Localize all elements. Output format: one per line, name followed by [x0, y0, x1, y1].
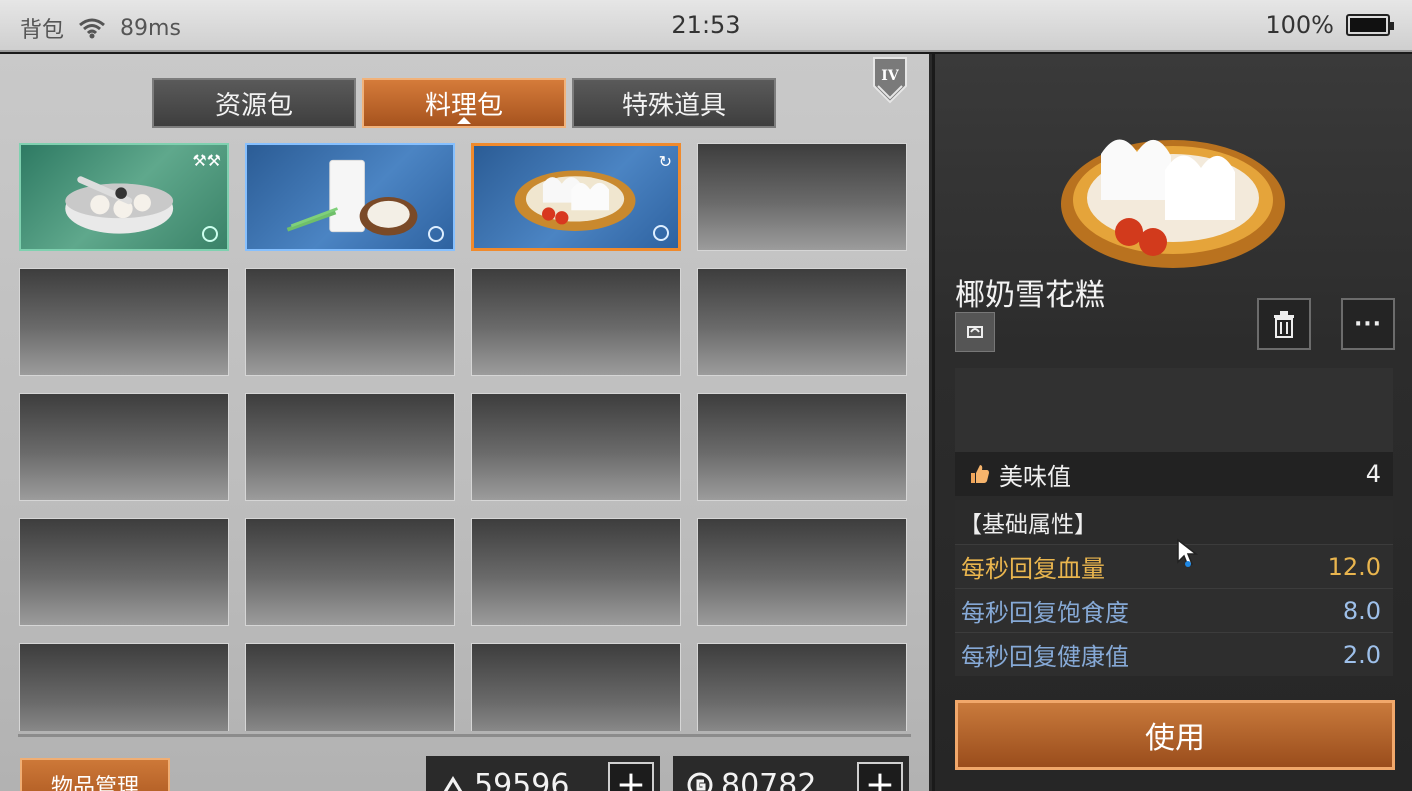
rank-badge-icon: IV [873, 57, 907, 104]
gold-coin-icon [687, 772, 713, 791]
mouse-cursor-icon [1177, 538, 1199, 568]
grid-divider [18, 734, 911, 737]
inventory-slot-empty[interactable] [471, 268, 681, 376]
use-label: 使用 [1145, 721, 1205, 756]
battery-icon [1346, 14, 1394, 36]
inventory-slot-empty[interactable] [697, 393, 907, 501]
inventory-slot-empty[interactable] [697, 643, 907, 731]
taste-label: 美味值 [999, 462, 1071, 491]
inventory-slot-empty[interactable] [245, 393, 455, 501]
stat-row-satiety-regen: 每秒回复饱食度 8.0 [955, 588, 1393, 632]
item-description-box [955, 368, 1393, 452]
clock: 21:53 [671, 11, 741, 39]
inventory-slot-empty[interactable] [245, 518, 455, 626]
stat-value: 12.0 [1327, 552, 1381, 581]
inventory-slot-empty[interactable] [245, 643, 455, 731]
item-detail-panel: 椰奶雪花糕 ··· 美味值 4 【基础属性】 每秒回复血量 12.0 每秒回复饱… [935, 54, 1412, 791]
battery-percent: 100% [1265, 11, 1334, 39]
item-name: 椰奶雪花糕 [955, 278, 1105, 313]
snow-cake-large-icon [1061, 139, 1285, 268]
category-icon [428, 226, 444, 242]
category-icon [653, 225, 669, 241]
status-right: 100% [1265, 11, 1394, 39]
stat-row-hp-regen: 每秒回复血量 12.0 [955, 544, 1393, 588]
tab-special-items[interactable]: 特殊道具 [572, 78, 776, 128]
tab-resources[interactable]: 资源包 [152, 78, 356, 128]
gold-amount: 80782 [721, 767, 817, 791]
cooking-type-icon [955, 312, 995, 352]
ore-icon [443, 776, 463, 791]
snow-cake-icon [514, 170, 636, 231]
taste-value-row: 美味值 4 [955, 452, 1393, 496]
inventory-slot-empty[interactable] [245, 268, 455, 376]
add-ore-button[interactable]: + [608, 762, 654, 791]
tab-cooking[interactable]: 料理包 [362, 78, 566, 128]
cooked-icon: ↻ [658, 152, 672, 171]
thumb-up-icon [971, 465, 989, 483]
inventory-slot-empty[interactable] [19, 643, 229, 731]
rank-label: IV [881, 68, 900, 84]
stat-label: 每秒回复血量 [961, 555, 1105, 583]
gold-currency: 80782 + [673, 756, 909, 791]
stat-label: 每秒回复健康值 [961, 643, 1129, 671]
stat-value: 2.0 [1342, 640, 1381, 669]
inventory-slot-empty[interactable] [19, 393, 229, 501]
stat-value: 8.0 [1342, 596, 1381, 625]
more-options-button[interactable]: ··· [1341, 298, 1395, 350]
inventory-slot-empty[interactable] [471, 518, 681, 626]
stat-row-health-regen: 每秒回复健康值 2.0 [955, 632, 1393, 676]
base-attributes-title: 【基础属性】 [955, 500, 1393, 544]
category-icon [202, 226, 218, 242]
coconut-milk-icon [286, 159, 418, 236]
inventory-slot-empty[interactable] [471, 393, 681, 501]
inventory-slot-empty[interactable] [19, 268, 229, 376]
add-gold-button[interactable]: + [857, 762, 903, 791]
tab-label: 资源包 [214, 90, 293, 121]
item-management-label: 物品管理 [50, 775, 139, 791]
taste-value: 4 [1365, 460, 1381, 488]
ore-currency: 59596 + [426, 756, 660, 791]
plus-icon: + [864, 764, 896, 791]
inventory-slot-empty[interactable] [471, 643, 681, 731]
inventory-slot-empty[interactable] [697, 268, 907, 376]
inventory-slot-coconut-milk[interactable] [245, 143, 455, 251]
use-button[interactable]: 使用 [955, 700, 1395, 770]
item-management-button[interactable]: 物品管理 [20, 758, 170, 791]
ore-amount: 59596 [474, 767, 570, 791]
inventory-slot-empty[interactable] [697, 518, 907, 626]
inventory-panel: 资源包 料理包 特殊道具 IV ⚒⚒ ↻ 物品管理 59596 + 80782 … [0, 54, 932, 791]
tab-label: 料理包 [424, 90, 503, 121]
more-icon: ··· [1353, 311, 1383, 337]
inventory-slot-coconut-snow-cake[interactable]: ↻ [471, 143, 681, 251]
stat-label: 每秒回复饱食度 [961, 599, 1129, 627]
inventory-slot-empty[interactable] [697, 143, 907, 251]
inventory-slot-empty[interactable] [19, 518, 229, 626]
inventory-slot-tangyuan[interactable]: ⚒⚒ [19, 143, 229, 251]
hammer-icon: ⚒⚒ [192, 151, 221, 170]
delete-button[interactable] [1257, 298, 1311, 350]
inventory-grid: ⚒⚒ ↻ [18, 143, 911, 731]
status-bar: 背包 89ms 21:53 100% [0, 0, 1412, 52]
plus-icon: + [615, 764, 647, 791]
trash-icon [1274, 311, 1294, 338]
tab-label: 特殊道具 [621, 90, 726, 121]
category-tabs: 资源包 料理包 特殊道具 [152, 78, 776, 128]
